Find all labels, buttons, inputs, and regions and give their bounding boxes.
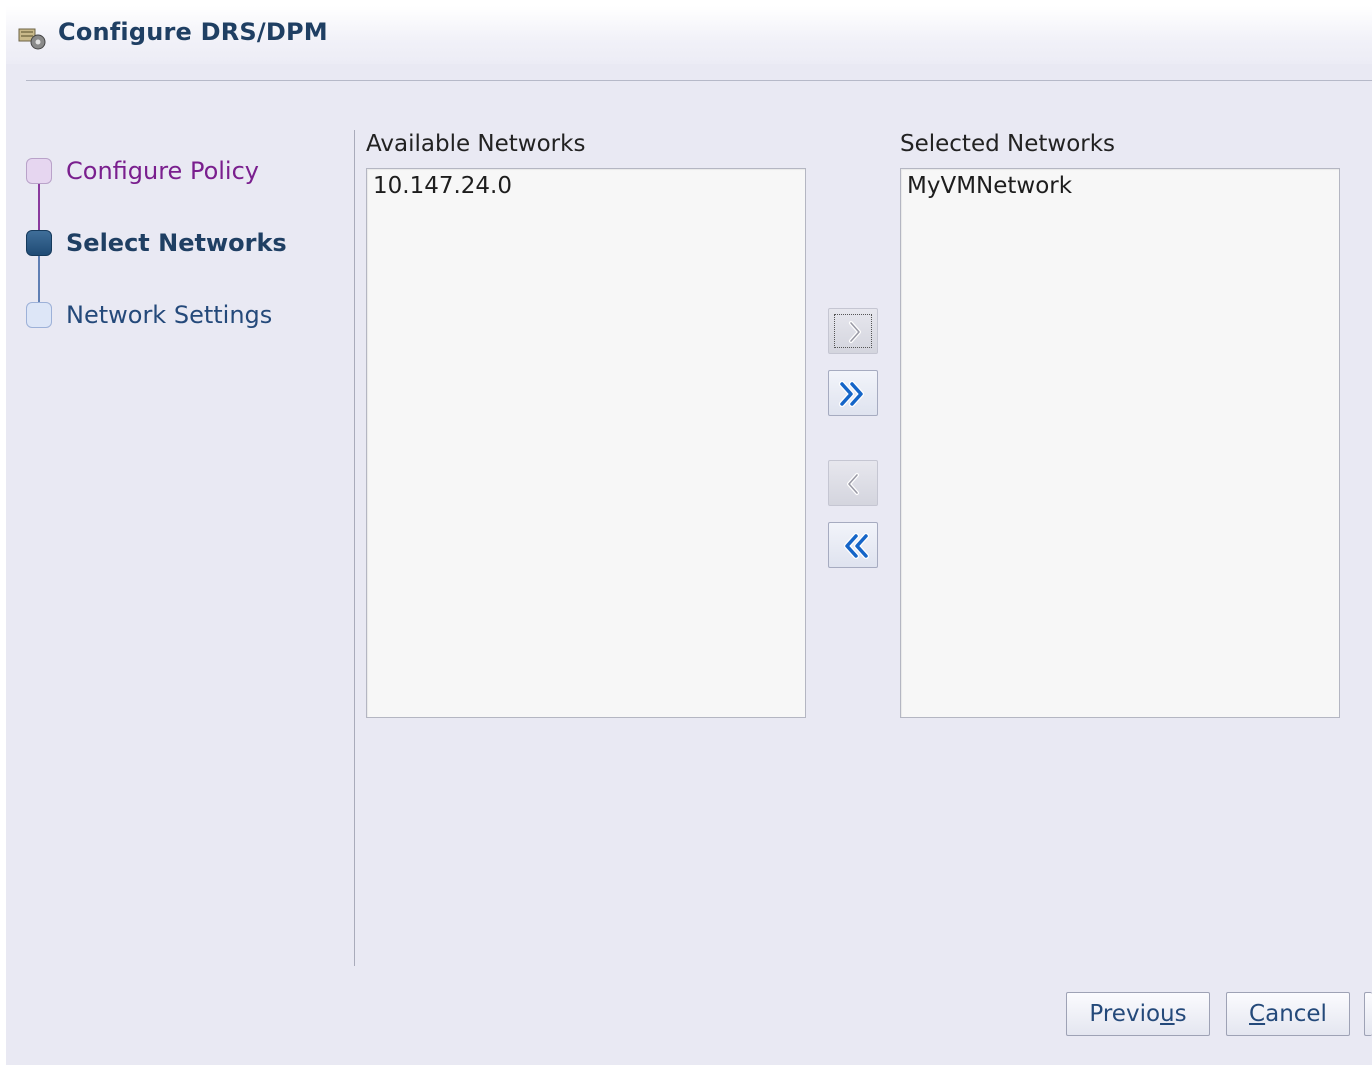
selected-networks-list[interactable]: MyVMNetwork — [900, 168, 1340, 718]
available-networks-list[interactable]: 10.147.24.0 — [366, 168, 806, 718]
previous-label-start: Previo — [1089, 1001, 1161, 1027]
dialog-titlebar: Configure DRS/DPM — [6, 6, 1372, 64]
cancel-label-end: ancel — [1265, 1001, 1327, 1027]
list-item[interactable]: 10.147.24.0 — [373, 173, 512, 199]
step-upcoming-marker — [26, 302, 52, 328]
move-all-left-icon — [844, 533, 869, 559]
move-all-right-icon — [839, 381, 864, 407]
host-settings-icon — [18, 26, 48, 50]
move-left-icon — [847, 473, 859, 495]
next-button-partial[interactable] — [1364, 992, 1372, 1036]
move-all-right-button[interactable] — [828, 370, 878, 416]
previous-mnemonic: u — [1160, 1001, 1175, 1027]
title-divider — [26, 80, 1372, 81]
cancel-button[interactable]: Cancel — [1226, 992, 1350, 1036]
steps-divider — [354, 130, 355, 966]
configure-drs-dpm-dialog: Configure DRS/DPM Configure Policy Selec… — [6, 6, 1372, 1065]
step-label: Select Networks — [66, 229, 287, 257]
previous-label-end: s — [1174, 1001, 1187, 1027]
move-left-button[interactable] — [828, 460, 878, 506]
list-item[interactable]: MyVMNetwork — [907, 173, 1072, 199]
move-right-icon — [849, 321, 861, 343]
move-all-left-button[interactable] — [828, 522, 878, 568]
move-right-button[interactable] — [828, 308, 878, 354]
previous-button[interactable]: Previo u s — [1066, 992, 1210, 1036]
step-network-settings[interactable]: Network Settings — [26, 298, 272, 332]
step-label: Configure Policy — [66, 157, 259, 185]
step-current-marker — [26, 230, 52, 256]
cancel-mnemonic: C — [1249, 1001, 1266, 1027]
step-select-networks[interactable]: Select Networks — [26, 226, 287, 260]
step-connector — [38, 184, 40, 232]
step-configure-policy[interactable]: Configure Policy — [26, 154, 259, 188]
available-networks-heading: Available Networks — [366, 131, 586, 157]
step-connector — [38, 256, 40, 304]
step-completed-marker — [26, 158, 52, 184]
dialog-title: Configure DRS/DPM — [58, 18, 328, 46]
step-label: Network Settings — [66, 301, 273, 329]
selected-networks-heading: Selected Networks — [900, 131, 1116, 157]
